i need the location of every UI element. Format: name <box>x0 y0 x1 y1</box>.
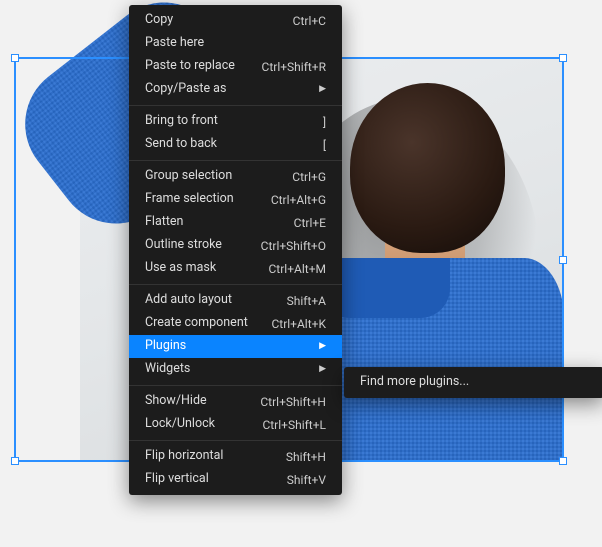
menu-item-label: Use as mask <box>145 262 216 275</box>
menu-item-copy[interactable]: Copy Ctrl+C <box>129 9 342 32</box>
menu-item-bring-to-front[interactable]: Bring to front] <box>129 110 342 133</box>
menu-item-paste-here[interactable]: Paste here <box>129 32 342 55</box>
menu-item-label: Copy <box>145 14 173 27</box>
menu-item-lock-unlock[interactable]: Lock/Unlock Ctrl+Shift+L <box>129 413 342 436</box>
menu-item-shortcut: Ctrl+G <box>292 171 326 183</box>
menu-item-label: Create component <box>145 317 248 330</box>
menu-item-shortcut: Ctrl+Alt+G <box>271 194 326 206</box>
menu-separator <box>129 284 342 285</box>
menu-item-shortcut: Shift+A <box>287 295 326 307</box>
menu-item-shortcut: Shift+H <box>286 451 326 463</box>
menu-item-label: Widgets <box>145 363 190 376</box>
resize-handle-bottom-left[interactable] <box>11 457 19 465</box>
menu-item-show-hide[interactable]: Show/Hide Ctrl+Shift+H <box>129 390 342 413</box>
menu-item-label: Plugins <box>145 340 186 353</box>
menu-item-label: Lock/Unlock <box>145 418 215 431</box>
menu-item-label: Send to back <box>145 138 217 151</box>
menu-item-frame-selection[interactable]: Frame selection Ctrl+Alt+G <box>129 188 342 211</box>
menu-separator <box>129 160 342 161</box>
menu-item-flatten[interactable]: Flatten Ctrl+E <box>129 211 342 234</box>
canvas[interactable]: Copy Ctrl+C Paste here Paste to replace Ctrl… <box>0 0 602 547</box>
menu-item-label: Outline stroke <box>145 239 222 252</box>
menu-item-flip-horizontal[interactable]: Flip horizontal Shift+H <box>129 445 342 468</box>
menu-item-shortcut: Ctrl+Shift+O <box>261 240 326 252</box>
menu-item-label: Show/Hide <box>145 395 207 408</box>
menu-item-paste-to-replace[interactable]: Paste to replace Ctrl+Shift+R <box>129 55 342 78</box>
menu-item-shortcut: [ <box>323 139 326 151</box>
menu-item-label: Group selection <box>145 170 232 183</box>
menu-item-add-auto-layout[interactable]: Add auto layout Shift+A <box>129 289 342 312</box>
context-menu: Copy Ctrl+C Paste here Paste to replace Ctrl… <box>129 5 342 495</box>
menu-item-label: Flip vertical <box>145 473 209 486</box>
menu-item-create-component[interactable]: Create component Ctrl+Alt+K <box>129 312 342 335</box>
chevron-right-icon: ▶ <box>319 365 326 374</box>
menu-item-shortcut: Ctrl+Shift+L <box>262 419 326 431</box>
menu-item-label: Paste here <box>145 37 204 50</box>
menu-item-label: Add auto layout <box>145 294 232 307</box>
menu-item-plugins[interactable]: Plugins ▶ <box>129 335 342 358</box>
menu-item-label: Flatten <box>145 216 183 229</box>
menu-item-widgets[interactable]: Widgets ▶ <box>129 358 342 381</box>
menu-separator <box>129 105 342 106</box>
menu-item-send-to-back[interactable]: Send to back [ <box>129 133 342 156</box>
menu-item-shortcut: Shift+V <box>287 474 326 486</box>
menu-item-shortcut: ] <box>323 116 326 128</box>
menu-item-group-selection[interactable]: Group selection Ctrl+G <box>129 165 342 188</box>
chevron-right-icon: ▶ <box>319 342 326 351</box>
menu-separator <box>129 440 342 441</box>
menu-item-outline-stroke[interactable]: Outline stroke Ctrl+Shift+O <box>129 234 342 257</box>
menu-item-label: Paste to replace <box>145 60 235 73</box>
menu-item-label: Copy/Paste as <box>145 83 226 96</box>
menu-item-label: Find more plugins... <box>360 376 469 389</box>
resize-handle-top-left[interactable] <box>11 54 19 62</box>
menu-item-shortcut: Ctrl+E <box>294 217 326 229</box>
menu-item-use-as-mask[interactable]: Use as mask Ctrl+Alt+M <box>129 257 342 280</box>
chevron-right-icon: ▶ <box>319 85 326 94</box>
menu-item-label: Frame selection <box>145 193 234 206</box>
plugins-submenu: Find more plugins... <box>344 367 602 398</box>
menu-item-label: Flip horizontal <box>145 450 223 463</box>
menu-item-find-more-plugins[interactable]: Find more plugins... <box>344 371 602 394</box>
menu-item-label: Bring to front <box>145 115 218 128</box>
menu-item-shortcut: Ctrl+Shift+R <box>262 61 326 73</box>
menu-item-shortcut: Ctrl+Alt+K <box>271 318 326 330</box>
menu-item-shortcut: Ctrl+Alt+M <box>269 263 327 275</box>
menu-item-shortcut: Ctrl+C <box>293 15 326 27</box>
menu-item-shortcut: Ctrl+Shift+H <box>260 396 326 408</box>
menu-item-flip-vertical[interactable]: Flip vertical Shift+V <box>129 468 342 491</box>
menu-item-copy-paste-as[interactable]: Copy/Paste as ▶ <box>129 78 342 101</box>
menu-separator <box>129 385 342 386</box>
